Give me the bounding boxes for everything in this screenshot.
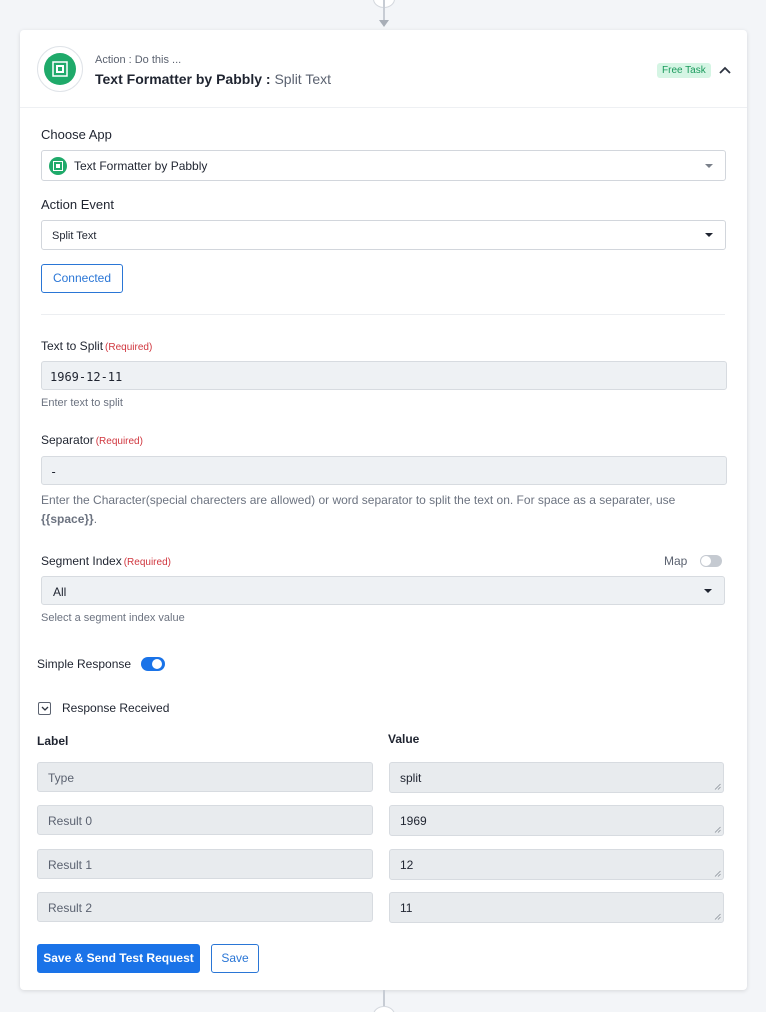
response-row-value[interactable]: 11 [389, 892, 724, 923]
caret-down-icon [705, 164, 713, 168]
map-toggle[interactable] [700, 555, 722, 567]
response-label-text: Result 0 [48, 814, 93, 828]
response-row-label[interactable]: Result 1 [37, 849, 373, 879]
value-column-header: Value [388, 732, 420, 746]
simple-response-label: Simple Response [37, 657, 132, 671]
separator-label: Separator (Required) [41, 433, 143, 447]
separator-input[interactable]: - [41, 456, 727, 485]
separator-help-text: Enter the Character(special charecters a… [41, 493, 676, 507]
text-to-split-value: 1969-12-11 [50, 370, 123, 384]
response-row-value[interactable]: 1969 [389, 805, 724, 836]
response-row-label[interactable]: Result 0 [37, 805, 373, 835]
action-event-select[interactable]: Split Text [41, 220, 726, 250]
choose-app-select[interactable]: Text Formatter by Pabbly [41, 150, 726, 181]
required-tag: (Required) [123, 557, 171, 568]
segment-index-select[interactable]: All [41, 576, 725, 605]
label-column-header: Label [37, 734, 69, 748]
response-received-label: Response Received [62, 701, 170, 715]
toggle-knob [152, 659, 162, 669]
flow-node-bottom [373, 1006, 395, 1012]
connected-button[interactable]: Connected [41, 264, 123, 293]
flow-connector-top [383, 0, 385, 22]
segment-index-help: Select a segment index value [41, 612, 185, 624]
action-event-label: Action Event [41, 197, 114, 212]
text-formatter-icon [49, 157, 67, 175]
app-logo [37, 46, 83, 92]
text-to-split-label-text: Text to Split [41, 339, 104, 353]
step-title: Text Formatter by Pabbly : Split Text [95, 71, 331, 87]
separator-value: - [50, 465, 58, 479]
response-label-text: Result 2 [48, 901, 93, 915]
choose-app-value: Text Formatter by Pabbly [74, 159, 208, 173]
text-formatter-icon [44, 53, 76, 85]
response-value-text: 11 [400, 901, 413, 915]
step-subtitle: Action : Do this ... [95, 54, 182, 66]
simple-response-toggle[interactable] [141, 657, 165, 671]
space-token: {{space}} [41, 512, 94, 526]
section-divider [41, 314, 725, 315]
separator-help-end: . [93, 512, 98, 526]
response-value-text: 12 [400, 858, 414, 872]
response-label-text: Result 1 [48, 858, 93, 872]
map-label: Map [664, 554, 688, 568]
response-row-value[interactable]: 12 [389, 849, 724, 880]
response-label-text: Type [48, 771, 75, 785]
resize-grip-icon[interactable] [714, 870, 721, 877]
text-to-split-label: Text to Split (Required) [41, 339, 152, 353]
separator-label-text: Separator [41, 433, 94, 447]
step-event-name: Split Text [274, 71, 331, 87]
resize-grip-icon[interactable] [714, 826, 721, 833]
choose-app-label: Choose App [41, 127, 112, 142]
step-app-name: Text Formatter by Pabbly : [95, 71, 271, 87]
save-button[interactable]: Save [211, 944, 259, 973]
chevron-down-icon[interactable] [38, 702, 51, 715]
action-step-card: Action : Do this ... Text Formatter by P… [20, 30, 747, 990]
segment-index-value: All [53, 585, 67, 599]
required-tag: (Required) [105, 342, 153, 353]
text-to-split-help: Enter text to split [41, 397, 123, 409]
segment-index-label-text: Segment Index [41, 554, 122, 568]
resize-grip-icon[interactable] [714, 913, 721, 920]
caret-down-icon [705, 233, 713, 237]
response-row-label[interactable]: Type [37, 762, 373, 792]
text-to-split-input[interactable]: 1969-12-11 [41, 361, 727, 390]
free-task-badge: Free Task [657, 63, 711, 78]
response-row-label[interactable]: Result 2 [37, 892, 373, 922]
step-header[interactable]: Action : Do this ... Text Formatter by P… [20, 30, 747, 108]
response-value-text: split [400, 771, 422, 785]
save-send-test-button[interactable]: Save & Send Test Request [37, 944, 200, 973]
action-event-value: Split Text [52, 230, 97, 242]
response-value-text: 1969 [400, 814, 427, 828]
response-row-value[interactable]: split [389, 762, 724, 793]
toggle-knob [701, 556, 711, 566]
segment-index-label: Segment Index (Required) [41, 554, 171, 568]
resize-grip-icon[interactable] [714, 783, 721, 790]
required-tag: (Required) [95, 436, 143, 447]
arrow-down-icon [379, 20, 389, 27]
chevron-up-icon[interactable] [718, 63, 732, 77]
caret-down-icon [704, 589, 712, 593]
separator-help: Enter the Character(special charecters a… [41, 491, 721, 529]
